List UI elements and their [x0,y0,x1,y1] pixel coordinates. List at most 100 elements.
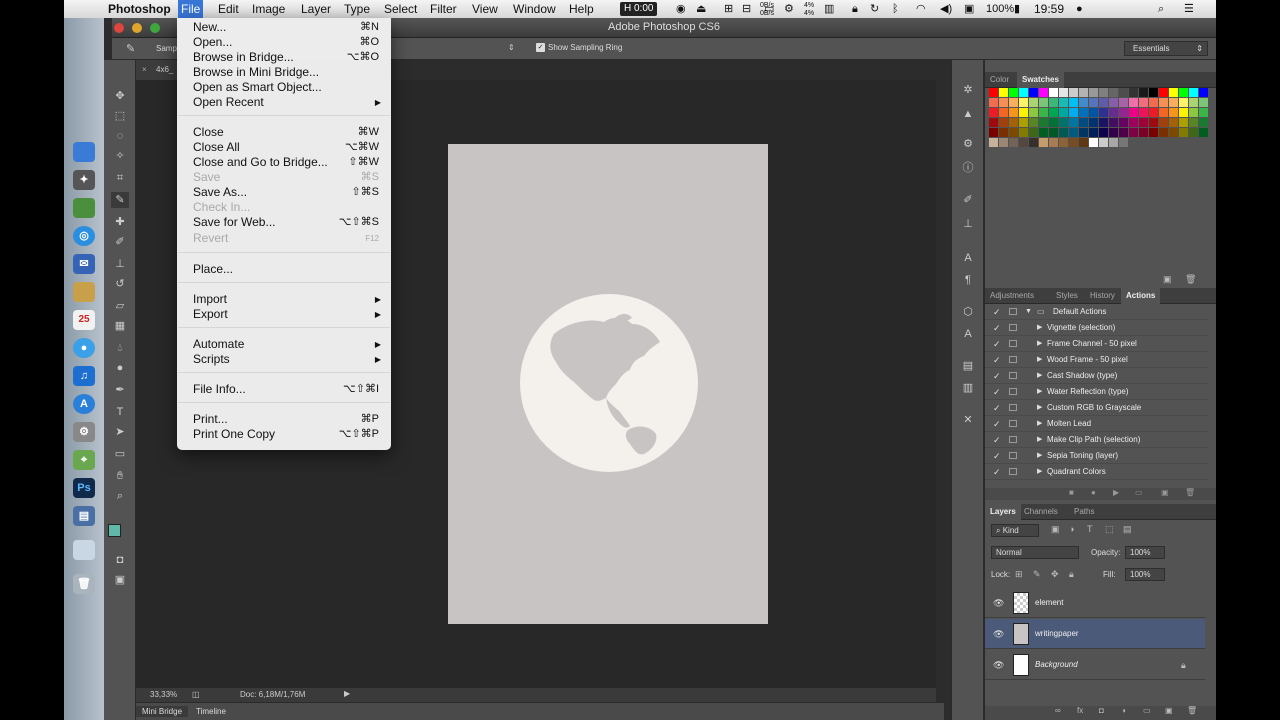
move-tool-icon[interactable]: ✥ [111,88,129,104]
screen-mode-icon[interactable]: ▣ [111,572,129,588]
layer-row[interactable]: 👁︎ writingpaper [985,619,1205,649]
quick-selection-tool-icon[interactable]: ✧ [111,148,129,164]
swatch[interactable] [1139,88,1148,97]
filter-shape-icon[interactable]: ⬚ [1105,524,1114,535]
swatch[interactable] [1139,108,1148,117]
swatch[interactable] [989,128,998,137]
fill-input[interactable]: 100% [1125,568,1165,581]
swatch[interactable] [1089,138,1098,147]
history-brush-tool-icon[interactable]: ↺ [111,276,129,292]
swatch[interactable] [1069,118,1078,127]
type-tool-icon[interactable]: T [111,404,129,420]
swatch[interactable] [1099,108,1108,117]
chevron-right-icon[interactable]: ▶ [1037,448,1042,464]
file-menu-item[interactable]: Save As... ⇧⌘S [177,185,391,200]
swatch[interactable] [1019,108,1028,117]
swatch[interactable] [1189,108,1198,117]
dialog-toggle-icon[interactable] [1009,436,1017,443]
swatch[interactable] [1039,108,1048,117]
paragraph-icon[interactable]: ¶ [960,272,976,288]
file-menu-item[interactable]: Close ⌘W [177,125,391,140]
adjustment-layer-icon[interactable]: ◑ [1121,706,1126,715]
swatch[interactable] [999,108,1008,117]
download-icon[interactable]: ⊟ [742,2,751,16]
photoshop-icon[interactable]: Ps [73,478,95,498]
dialog-toggle-icon[interactable] [1009,324,1017,331]
swatch[interactable] [1179,118,1188,127]
marquee-tool-icon[interactable]: ⬚ [111,108,129,124]
swatch[interactable] [1069,138,1078,147]
swatch[interactable] [1009,138,1018,147]
swatch[interactable] [1149,118,1158,127]
swatch[interactable] [1099,138,1108,147]
dialog-toggle-icon[interactable] [1009,388,1017,395]
file-menu-item[interactable]: Browse in Mini Bridge... [177,65,391,80]
swatch[interactable] [1089,98,1098,107]
action-row[interactable]: ✓ ▶ Frame Channel - 50 pixel [985,336,1209,352]
delete-swatch-icon[interactable]: 🗑︎ [1185,274,1196,285]
link-layers-icon[interactable]: ∞ [1055,706,1061,715]
zoom-level[interactable]: 33,33% [150,690,177,699]
eyedropper-tool-icon[interactable]: ✎ [126,42,135,55]
swatch[interactable] [1049,88,1058,97]
swatch[interactable] [1019,88,1028,97]
swatch[interactable] [1129,88,1138,97]
swatch[interactable] [1199,88,1208,97]
lock-transparent-icon[interactable]: ⊞ [1015,569,1023,580]
swatch[interactable] [1029,128,1038,137]
tab-color[interactable]: Color [985,72,1014,88]
chevron-right-icon[interactable]: ▶ [1037,336,1042,352]
filter-pixel-icon[interactable]: ▣ [1051,524,1060,535]
file-menu-item[interactable]: Close All ⌥⌘W [177,140,391,155]
chevron-right-icon[interactable]: ▶ [1037,416,1042,432]
layer-comps-icon[interactable]: ▤ [960,358,976,374]
swatch[interactable] [1129,108,1138,117]
swatch[interactable] [1009,88,1018,97]
chart-icon[interactable]: ▥ [824,2,834,16]
lasso-tool-icon[interactable]: ◌ [111,128,129,144]
eraser-tool-icon[interactable]: ▱ [111,298,129,314]
tab-actions[interactable]: Actions [1121,288,1161,304]
swatch[interactable] [1039,118,1048,127]
dialog-toggle-icon[interactable] [1009,468,1017,475]
new-layer-icon[interactable]: ▣ [1165,706,1173,715]
tab-paths[interactable]: Paths [1069,504,1099,520]
swatch[interactable] [1079,128,1088,137]
eye-icon[interactable]: 👁︎ [993,650,1004,680]
swatch[interactable] [1059,88,1068,97]
document-canvas[interactable] [448,144,768,624]
swatch[interactable] [1169,128,1178,137]
brush-presets-icon[interactable]: ✐ [960,192,976,208]
swatch[interactable] [1009,118,1018,127]
swatch[interactable] [1149,108,1158,117]
navigator-icon[interactable]: ✲ [960,82,976,98]
swatch[interactable] [1119,98,1128,107]
notification-center-icon[interactable]: ☰ [1184,2,1194,16]
menu-image[interactable]: Image [252,2,285,18]
menu-layer[interactable]: Layer [301,2,331,18]
swatch[interactable] [1189,98,1198,107]
dialog-toggle-icon[interactable] [1009,372,1017,379]
record-icon[interactable]: ● [1091,488,1096,497]
action-row[interactable]: ✓ ▶ Wood Frame - 50 pixel [985,352,1209,368]
swatch[interactable] [1059,118,1068,127]
swatch[interactable] [1069,88,1078,97]
layer-name[interactable]: element [1035,588,1063,618]
tab-layers[interactable]: Layers [985,504,1021,520]
file-menu-item[interactable]: File Info... ⌥⇧⌘I [177,382,391,397]
tab-history[interactable]: History [1085,288,1120,304]
crop-tool-icon[interactable]: ⌗ [111,170,129,186]
swatch[interactable] [999,128,1008,137]
maps-icon[interactable]: ⌖ [73,450,95,470]
foreground-color-swatch[interactable] [108,524,121,537]
chevron-right-icon[interactable]: ▶ [1037,432,1042,448]
opacity-input[interactable]: 100% [1125,546,1165,559]
swatch[interactable] [1029,98,1038,107]
dialog-toggle-icon[interactable] [1009,404,1017,411]
swatch[interactable] [1189,88,1198,97]
swatch[interactable] [1019,128,1028,137]
layer-filter-select[interactable]: ⌕ Kind [991,524,1039,537]
swatch[interactable] [1119,108,1128,117]
swatch[interactable] [1019,138,1028,147]
swatch[interactable] [1149,98,1158,107]
